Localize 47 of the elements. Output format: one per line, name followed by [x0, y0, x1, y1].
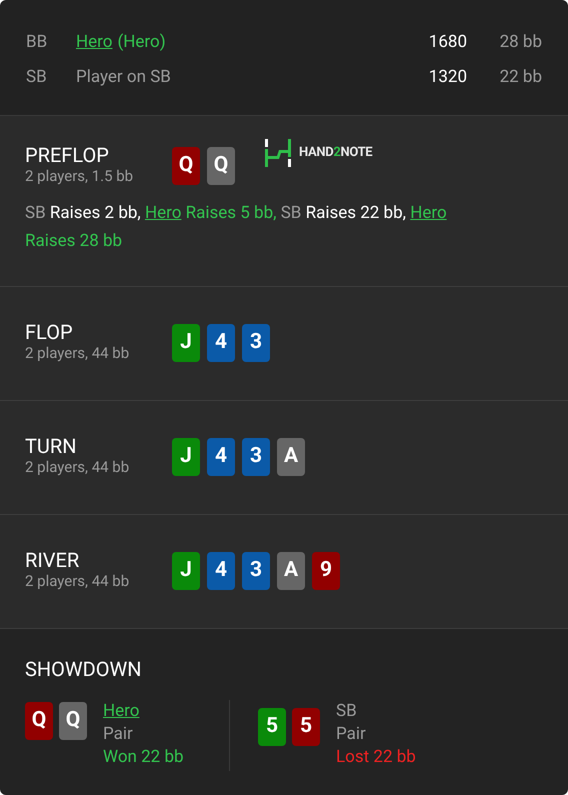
- playing-card: 3: [242, 552, 270, 590]
- position-label: BB: [26, 31, 48, 54]
- playing-card: A: [277, 552, 305, 590]
- street-info: 2 players, 44 bb: [25, 572, 130, 590]
- playing-card: J: [172, 552, 200, 590]
- playing-card: Q: [207, 147, 235, 185]
- player-name: Player on SB: [76, 66, 171, 88]
- action-history: SB Raises 2 bb, Hero Raises 5 bb, SB Raises 22 bb, Hero Raises 28 bb: [25, 202, 448, 253]
- chip-count: 1680: [428, 31, 467, 54]
- playing-card: Q: [59, 702, 87, 740]
- logo-icon: [265, 139, 291, 167]
- showdown-title: SHOWDOWN: [25, 656, 143, 683]
- chip-count: 1320: [428, 66, 467, 88]
- playing-card: Q: [25, 702, 53, 740]
- street-name: FLOP: [25, 320, 74, 344]
- logo-text: HAND2NOTE: [299, 144, 372, 162]
- playing-card: 3: [242, 324, 270, 362]
- player-link[interactable]: Hero: [144, 203, 182, 223]
- street-name: TURN: [25, 434, 78, 458]
- player-name: SB: [336, 700, 357, 723]
- street-name: PREFLOP: [25, 143, 110, 167]
- player-link[interactable]: Hero: [103, 700, 140, 723]
- playing-card: Q: [172, 147, 200, 185]
- player-link[interactable]: Hero: [410, 203, 447, 223]
- playing-card: A: [277, 438, 305, 476]
- street-info: 2 players, 1.5 bb: [25, 167, 134, 185]
- street-info: 2 players, 44 bb: [25, 458, 130, 476]
- playing-card: 4: [207, 552, 235, 590]
- result-amount: Won 22 bb: [103, 746, 184, 769]
- playing-card: 9: [312, 552, 340, 590]
- playing-card: 4: [207, 438, 235, 476]
- playing-card: 3: [242, 438, 270, 476]
- playing-card: J: [172, 438, 200, 476]
- stack-size: 22 bb: [498, 66, 542, 88]
- stack-size: 28 bb: [498, 31, 542, 54]
- street-name: RIVER: [25, 548, 80, 572]
- player-link[interactable]: Hero: [76, 30, 112, 56]
- position-label: SB: [26, 66, 48, 88]
- playing-card: 5: [292, 708, 320, 746]
- street-info: 2 players, 44 bb: [25, 344, 130, 362]
- hand-rank: Pair: [103, 723, 133, 746]
- playing-card: 5: [258, 708, 286, 746]
- playing-card: J: [172, 324, 200, 362]
- hand-rank: Pair: [336, 723, 366, 746]
- result-amount: Lost 22 bb: [336, 746, 416, 769]
- playing-card: 4: [207, 324, 235, 362]
- player-alias: (Hero): [117, 31, 166, 54]
